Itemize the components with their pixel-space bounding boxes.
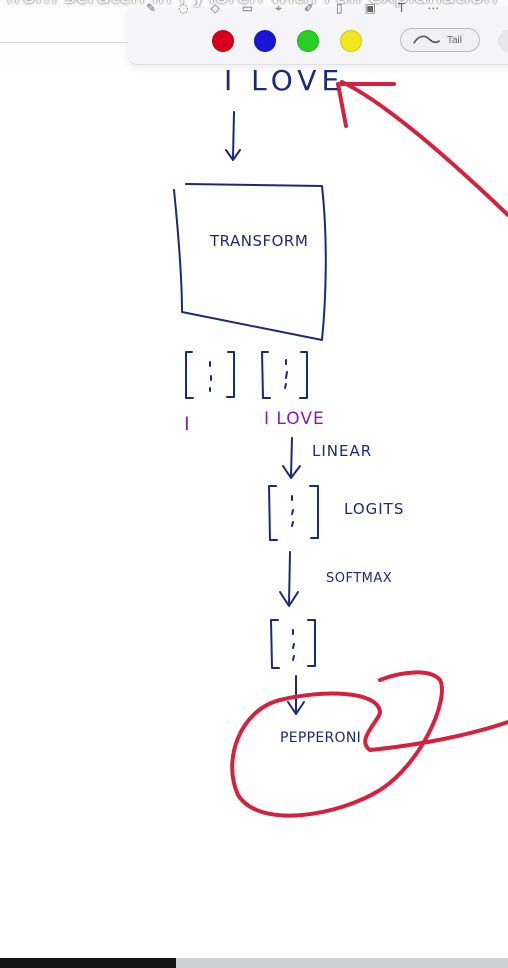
output-vector-right-dots bbox=[284, 359, 288, 389]
prediction-label: PEPPERONI bbox=[280, 730, 361, 746]
progress-remaining bbox=[176, 958, 508, 968]
whiteboard-page: from scratch in PyTorch with Full explan… bbox=[0, 0, 508, 968]
progress-played bbox=[0, 958, 176, 968]
output-token-2: I LOVE bbox=[264, 409, 325, 429]
arrow-softmax bbox=[288, 551, 291, 605]
sketch-canvas[interactable]: I LOVE TRANSFORM I I LOVE LINEAR LOGITS … bbox=[0, 0, 508, 968]
arrow-linear bbox=[290, 437, 293, 477]
output-token-1: I bbox=[184, 413, 190, 435]
step-logits-label: LOGITS bbox=[344, 500, 404, 518]
output-vector-left-dots bbox=[209, 361, 212, 392]
red-arrowhead-top bbox=[336, 82, 396, 128]
logits-vector-dots bbox=[291, 495, 294, 527]
probability-vector-dots bbox=[292, 629, 295, 661]
step-linear-label: LINEAR bbox=[312, 442, 372, 460]
input-text: I LOVE bbox=[224, 64, 344, 97]
logits-vector bbox=[268, 485, 319, 541]
transformer-box bbox=[173, 183, 327, 341]
arrow-input-to-transformer bbox=[232, 111, 235, 159]
step-softmax-label: SOFTMAX bbox=[326, 571, 392, 586]
red-curve-to-input bbox=[340, 80, 508, 217]
transformer-label: TRANSFORM bbox=[209, 232, 308, 250]
output-vector-right bbox=[261, 351, 308, 399]
red-prediction-loop bbox=[230, 670, 508, 818]
video-progress-bar[interactable] bbox=[0, 958, 508, 968]
